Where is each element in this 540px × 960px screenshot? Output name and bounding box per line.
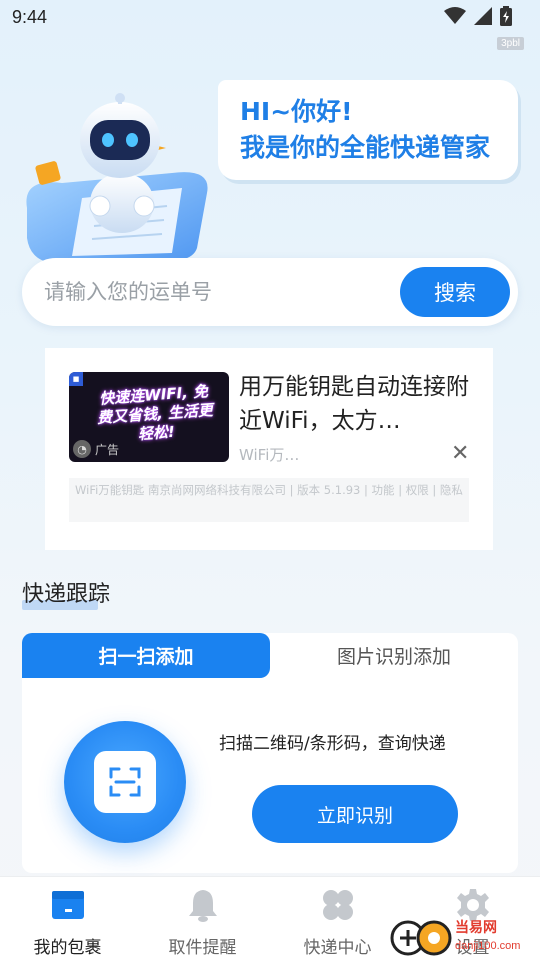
ad-image-text: 快速连WIFI, 免费又省钱, 生活更轻松! xyxy=(96,382,214,444)
status-time: 9:44 xyxy=(12,7,48,27)
scan-icon xyxy=(94,751,156,813)
bell-icon xyxy=(188,890,217,922)
ad-image[interactable]: ■ 快速连WIFI, 免费又省钱, 生活更轻松! ◔ 广告 xyxy=(69,372,229,462)
clover-grid-icon xyxy=(322,890,353,920)
nav-my-packages[interactable]: 我的包裹 xyxy=(0,887,135,958)
nav-express-center[interactable]: 快递中心 xyxy=(270,887,405,958)
ad-tag: ◔ 广告 xyxy=(73,440,119,458)
site-watermark-name: 当易网 xyxy=(455,920,497,936)
status-icons xyxy=(444,6,512,26)
ad-corner-mark: ■ xyxy=(69,372,83,386)
ad-title[interactable]: 用万能钥匙自动连接附近WiFi，太方… xyxy=(239,370,469,438)
search-button[interactable]: 搜索 xyxy=(400,267,510,317)
robot-mascot-illustration xyxy=(26,93,208,263)
watermark-badge: 3pbl xyxy=(497,37,524,50)
section-title: 快递跟踪 xyxy=(22,582,111,607)
greeting-line-1: HI~你好! xyxy=(240,97,353,126)
nav-label-express-center: 快递中心 xyxy=(303,938,372,958)
close-icon[interactable]: ✕ xyxy=(451,443,469,465)
status-bar: 9:44 3pbl xyxy=(0,0,540,50)
tab-image-recognition-add[interactable]: 图片识别添加 xyxy=(270,633,518,678)
ad-source: WiFi万… xyxy=(239,446,300,464)
ad-logo-icon: ◔ xyxy=(73,440,91,458)
greeting-bubble: HI~你好! 我是你的全能快递管家 xyxy=(218,80,518,180)
battery-icon xyxy=(500,6,512,26)
tracking-search-box: 搜索 xyxy=(22,258,518,326)
scan-circle-button[interactable] xyxy=(64,721,186,843)
package-icon xyxy=(51,891,84,919)
site-watermark-url: danji100.com xyxy=(455,940,521,952)
cellular-signal-icon xyxy=(474,7,492,25)
tracking-number-input[interactable] xyxy=(44,268,404,316)
ad-card[interactable]: ■ 快速连WIFI, 免费又省钱, 生活更轻松! ◔ 广告 用万能钥匙自动连接附… xyxy=(45,348,493,550)
nav-label-pickup-reminder: 取件提醒 xyxy=(168,938,237,958)
ad-footer[interactable]: WiFi万能钥匙 南京尚网网络科技有限公司 | 版本 5.1.93 | 功能 |… xyxy=(69,478,469,522)
nav-pickup-reminder[interactable]: 取件提醒 xyxy=(135,887,270,958)
greeting-line-2: 我是你的全能快递管家 xyxy=(240,133,491,162)
nav-label-my-packages: 我的包裹 xyxy=(33,938,102,958)
wifi-icon xyxy=(444,7,466,24)
tracking-card: 扫一扫添加 图片识别添加 扫描二维码/条形码，查询快递 立即识别 xyxy=(22,633,518,873)
scan-description: 扫描二维码/条形码，查询快递 xyxy=(219,734,446,754)
ad-tag-label: 广告 xyxy=(95,442,120,457)
recognize-now-button[interactable]: 立即识别 xyxy=(252,785,458,843)
tab-scan-add[interactable]: 扫一扫添加 xyxy=(22,633,270,678)
